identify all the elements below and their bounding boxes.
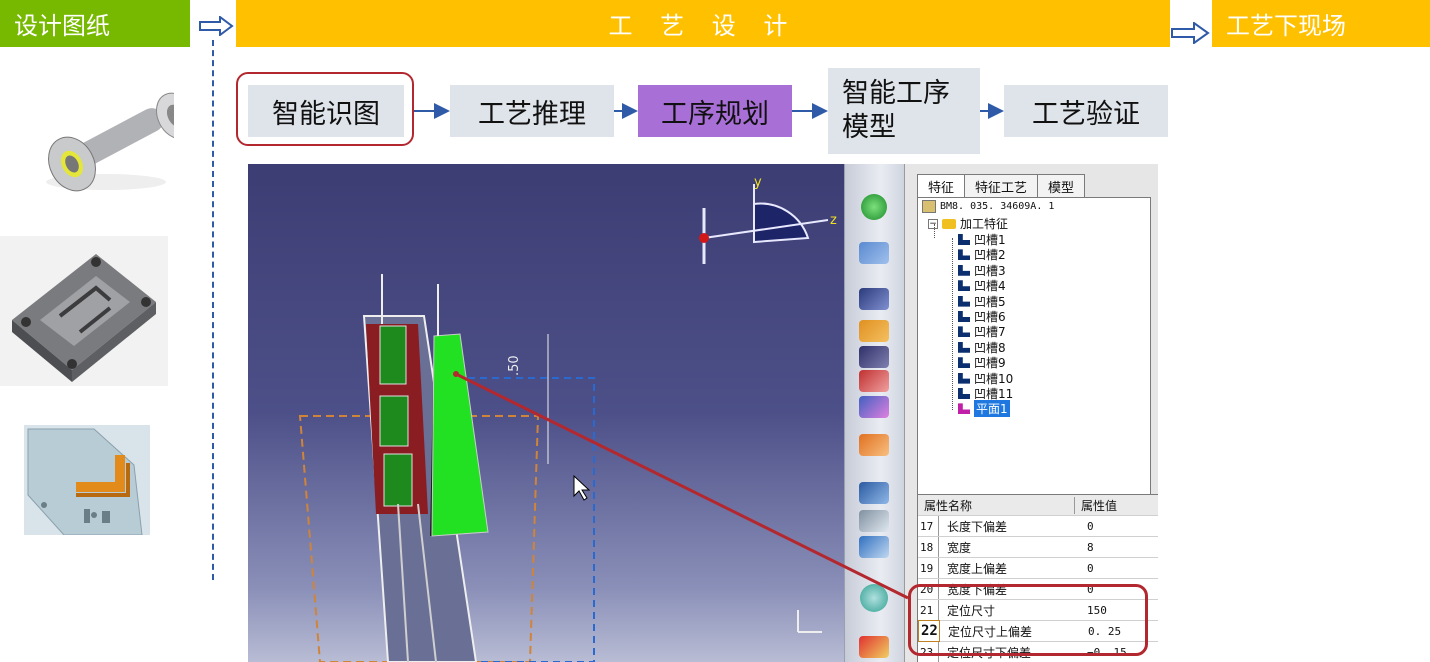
plane-tool-icon[interactable] — [859, 482, 889, 504]
collapse-icon[interactable]: − — [928, 218, 938, 229]
tree-root[interactable]: BM8. 035. 34609A. 1 — [922, 200, 1054, 213]
tab-model[interactable]: 模型 — [1037, 174, 1086, 198]
gear-tool-icon[interactable] — [860, 584, 888, 612]
panel-tabs: 特征 特征工艺 模型 — [917, 174, 1086, 198]
property-highlight-outline — [908, 584, 1148, 656]
groove-icon — [958, 326, 970, 338]
tree-group[interactable]: − 加工特征 — [928, 215, 1008, 232]
assembly-icon — [922, 200, 936, 213]
groove-icon — [958, 372, 970, 384]
groove-icon — [958, 280, 970, 292]
tab-feature-process[interactable]: 特征工艺 — [964, 174, 1039, 198]
groove-icon — [958, 249, 970, 261]
property-row-number: 17 — [918, 516, 939, 536]
header-name: 属性名称 — [924, 498, 973, 513]
property-value: 0 — [1087, 519, 1094, 533]
property-name: 宽度上偏差 — [947, 561, 1008, 576]
dimension-text: .50 — [507, 355, 522, 376]
groove-icon — [958, 341, 970, 353]
axis-label-y: y — [754, 175, 762, 190]
groove-icon — [958, 357, 970, 369]
sphere-tool-icon[interactable] — [861, 194, 887, 220]
cad-viewport: y z .50 — [248, 164, 844, 662]
feature-tree: BM8. 035. 34609A. 1 − 加工特征 凹槽1 凹槽2 凹槽3 凹槽4 凹… — [917, 197, 1151, 509]
cad-toolbar — [844, 164, 905, 662]
tab-feature[interactable]: 特征 — [917, 174, 966, 198]
property-value: 8 — [1087, 540, 1094, 554]
step-arrows — [414, 103, 1004, 119]
groove-icon — [958, 311, 970, 322]
property-row[interactable]: 17 长度下偏差 0 — [918, 516, 1158, 537]
property-row-number: 18 — [918, 537, 939, 557]
tree-group-label: 加工特征 — [960, 217, 1009, 231]
property-row[interactable]: 19 宽度上偏差 0 — [918, 558, 1158, 579]
compass-icon — [699, 184, 829, 264]
rotate-tool-icon[interactable] — [859, 370, 889, 392]
pin-tool-icon[interactable] — [859, 636, 889, 658]
axis-label-z: z — [830, 213, 837, 228]
dimension-tool-icon[interactable] — [859, 346, 889, 368]
groove-icon — [958, 295, 970, 307]
property-name: 长度下偏差 — [947, 519, 1008, 534]
axis-tool-icon[interactable] — [859, 288, 889, 310]
property-name: 宽度 — [947, 540, 972, 555]
tree-item-label: 平面1 — [974, 400, 1010, 418]
surface-tool-icon[interactable] — [859, 396, 889, 418]
property-row-number: 19 — [918, 558, 939, 578]
mouse-cursor-icon — [573, 474, 591, 501]
mold-plate-thumbnail — [0, 236, 168, 386]
groove-icon — [958, 234, 970, 245]
cad-model-drawing: y z .50 — [298, 175, 837, 662]
plane-icon — [958, 403, 970, 415]
property-value: 0 — [1087, 561, 1094, 575]
sheet-tool-icon[interactable] — [859, 434, 889, 456]
sheet-part-thumbnail — [24, 425, 150, 535]
stamp-tool-icon[interactable] — [859, 320, 889, 342]
header-value: 属性值 — [1074, 496, 1117, 514]
groove-icon — [958, 388, 970, 399]
folder-icon — [942, 218, 956, 229]
part-tool-icon[interactable] — [859, 242, 889, 264]
tree-item-selected-plane[interactable]: 平面1 — [958, 400, 1010, 418]
property-table-header: 属性名称 属性值 — [918, 495, 1158, 516]
groove-icon — [958, 264, 970, 276]
tree-root-label: BM8. 035. 34609A. 1 — [940, 201, 1055, 212]
chart-tool-icon[interactable] — [859, 536, 889, 558]
pipe-part-thumbnail — [46, 92, 174, 192]
property-row[interactable]: 18 宽度 8 — [918, 537, 1158, 558]
measure-tool-icon[interactable] — [859, 510, 889, 532]
